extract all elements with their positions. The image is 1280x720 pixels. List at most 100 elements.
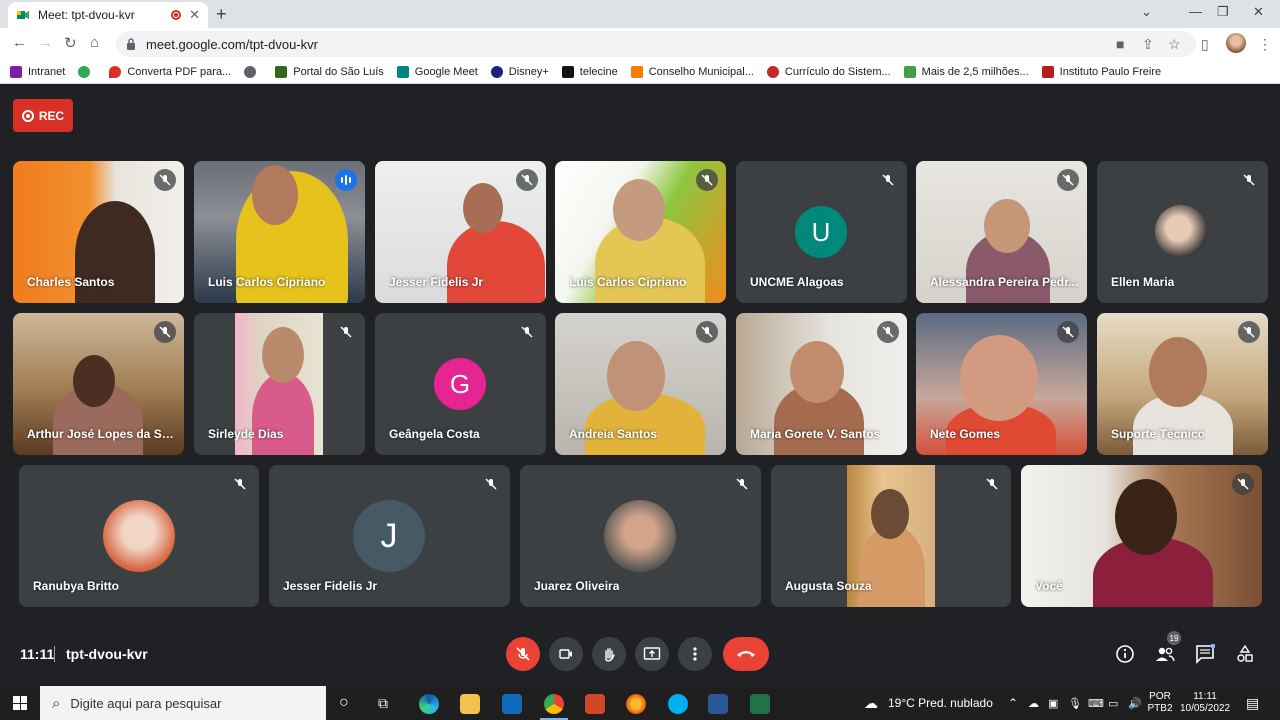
bookmark-star-icon[interactable]: ☆ (1168, 36, 1181, 53)
participant-tile[interactable]: Arthur José Lopes da Sil... (13, 313, 184, 455)
mic-off-icon (1238, 321, 1260, 343)
cortana-icon[interactable]: ○ (339, 686, 349, 720)
participant-tile[interactable]: Augusta Souza (771, 465, 1011, 607)
bookmark-item[interactable]: Mais de 2,5 milhões... (903, 65, 1029, 78)
participant-face (1115, 479, 1177, 555)
toggle-microphone-button[interactable] (506, 637, 540, 671)
system-clock[interactable]: 11:11 10/05/2022 (1180, 686, 1230, 720)
mic-off-icon (516, 647, 530, 661)
back-icon[interactable]: ← (12, 34, 27, 51)
more-vert-icon (693, 647, 697, 661)
bookmark-item[interactable]: Conselho Municipal... (630, 65, 754, 78)
home-icon[interactable]: ⌂ (90, 34, 99, 51)
participant-tile[interactable]: Suporte Técnico (1097, 313, 1268, 455)
participant-tile[interactable]: Sirleyde Dias (194, 313, 365, 455)
participant-tile[interactable]: J Jesser Fidelis Jr (269, 465, 510, 607)
network-icon[interactable]: ⌨ (1088, 686, 1104, 720)
participant-tile[interactable]: Ranubya Britto (19, 465, 259, 607)
show-participants-button[interactable] (1154, 643, 1176, 665)
bookmark-item[interactable]: Intranet (10, 65, 65, 78)
participant-tile[interactable]: Maria Gorete V. Santos (736, 313, 907, 455)
bookmark-item[interactable]: Disney+ (490, 65, 549, 78)
mic-off-icon (731, 473, 753, 495)
profile-avatar[interactable] (1226, 33, 1246, 53)
volume-icon[interactable]: 🔊 (1128, 686, 1142, 720)
mic-off-icon (335, 321, 357, 343)
info-icon (1116, 645, 1134, 663)
bookmark-item[interactable] (78, 65, 96, 78)
reload-icon[interactable]: ↻ (64, 34, 77, 52)
task-view-icon[interactable]: ⧉ (378, 686, 388, 720)
side-panel-icon[interactable]: ▯ (1201, 36, 1209, 53)
excel-icon[interactable] (750, 694, 770, 714)
word-icon[interactable] (708, 694, 728, 714)
powerpoint-icon[interactable] (585, 694, 605, 714)
leave-call-button[interactable] (723, 637, 769, 671)
mic-off-icon (1057, 321, 1079, 343)
participant-tile[interactable]: Alessandra Pereira Pedr... (916, 161, 1087, 303)
bookmark-item[interactable]: Portal do São Luís (275, 65, 384, 78)
participant-tile-speaking[interactable]: Luis Carlos Cipriano (194, 161, 365, 303)
windows-start-icon[interactable] (13, 696, 27, 710)
search-icon: ⌕ (52, 694, 61, 712)
weather-text[interactable]: 19°C Pred. nublado (888, 686, 993, 720)
bookmark-item[interactable]: Google Meet (396, 65, 478, 78)
bookmark-item[interactable]: Converta PDF para... (109, 65, 231, 78)
participant-tile[interactable]: Charles Santos (13, 161, 184, 303)
tab-close-icon[interactable]: ✕ (189, 7, 200, 23)
new-tab-icon[interactable]: + (216, 4, 227, 25)
bookmark-favicon-icon (275, 65, 288, 78)
mail-icon[interactable] (502, 694, 522, 714)
participant-tile-self[interactable]: Você (1021, 465, 1262, 607)
participant-tile[interactable]: G Geângela Costa (375, 313, 546, 455)
participant-tile[interactable]: Nete Gomes (916, 313, 1087, 455)
bookmark-item[interactable]: Currículo do Sistem... (766, 65, 891, 78)
browser-menu-icon[interactable]: ⋮ (1258, 36, 1272, 53)
tab-search-chevron-icon[interactable]: ⌄ (1141, 4, 1152, 20)
participant-face (262, 327, 304, 383)
chat-button[interactable] (1194, 643, 1216, 665)
bookmark-item[interactable]: Instituto Paulo Freire (1041, 65, 1161, 78)
camera-tray-icon[interactable]: ▣ (1048, 686, 1058, 720)
minimize-window-icon[interactable]: — (1189, 4, 1202, 19)
participant-tile[interactable]: U UNCME Alagoas (736, 161, 907, 303)
participant-name: Alessandra Pereira Pedr... (930, 275, 1079, 289)
participant-tile[interactable]: Juarez Oliveira (520, 465, 761, 607)
battery-icon[interactable]: ▭ (1108, 686, 1118, 720)
participant-name: Jesser Fidelis Jr (283, 579, 378, 593)
participant-tile[interactable]: Jesser Fidelis Jr (375, 161, 546, 303)
bookmark-item[interactable]: telecine (561, 65, 618, 78)
raise-hand-button[interactable] (592, 637, 626, 671)
participant-name: Luis Carlos Cipriano (208, 275, 326, 289)
maximize-window-icon[interactable]: ❐ (1217, 4, 1229, 20)
share-icon[interactable]: ⇪ (1142, 36, 1154, 53)
notifications-icon[interactable]: ▤ (1246, 686, 1259, 720)
camera-in-use-icon[interactable]: ■ (1116, 36, 1124, 52)
participant-tile[interactable]: Luis Carlos Cipriano (555, 161, 726, 303)
file-explorer-icon[interactable] (460, 694, 480, 714)
weather-icon: ☁ (864, 694, 878, 711)
participant-tile[interactable]: Andreia Santos (555, 313, 726, 455)
activities-button[interactable] (1234, 643, 1256, 665)
participant-name: Charles Santos (27, 275, 115, 289)
forward-icon[interactable]: → (38, 34, 53, 51)
firefox-icon[interactable] (626, 694, 646, 714)
participant-tile[interactable]: Ellen Maria (1097, 161, 1268, 303)
participant-face (613, 179, 665, 241)
present-screen-button[interactable] (635, 637, 669, 671)
toggle-camera-button[interactable] (549, 637, 583, 671)
bookmark-item[interactable] (244, 65, 262, 78)
edge-icon[interactable] (419, 694, 439, 714)
tray-overflow-chevron-icon[interactable]: ⌃ (1008, 686, 1018, 720)
address-bar[interactable]: meet.google.com/tpt-dvou-kvr (116, 31, 1196, 57)
onedrive-icon[interactable]: ☁ (1028, 686, 1039, 720)
skype-icon[interactable] (668, 694, 688, 714)
more-options-button[interactable] (678, 637, 712, 671)
language-indicator[interactable]: POR PTB2 (1148, 686, 1173, 720)
close-window-icon[interactable]: ✕ (1253, 4, 1264, 20)
taskbar-search-box[interactable]: ⌕ Digite aqui para pesquisar (40, 686, 326, 720)
microphone-tray-icon[interactable]: 🎙 (1068, 686, 1082, 720)
chrome-icon[interactable] (544, 694, 564, 714)
meeting-details-button[interactable] (1114, 643, 1136, 665)
browser-tab-meet[interactable]: Meet: tpt-dvou-kvr ✕ (8, 2, 208, 28)
